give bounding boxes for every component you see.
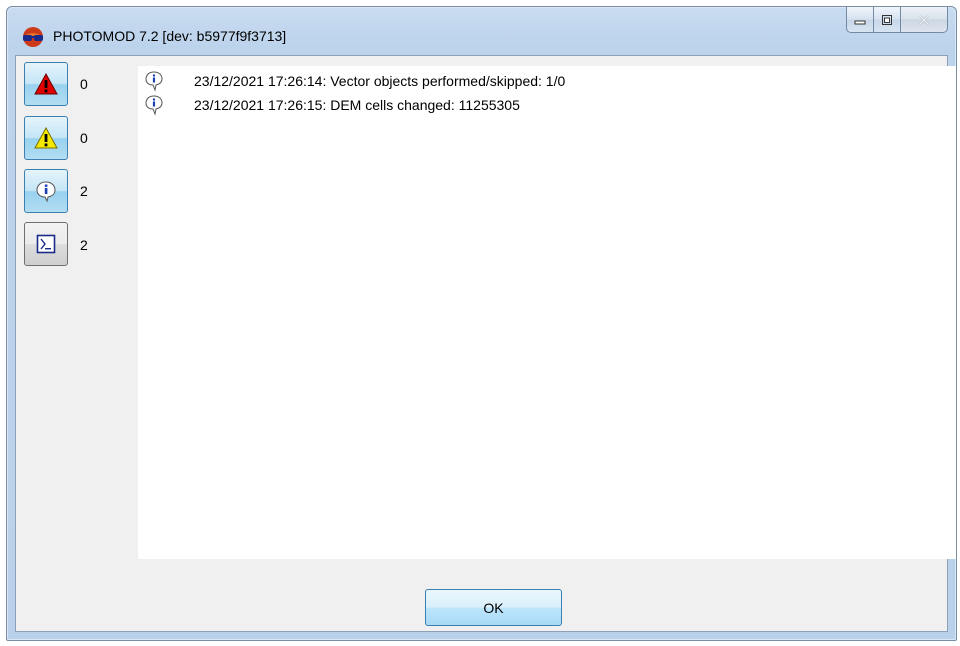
errors-count: 0 — [80, 76, 88, 92]
warnings-count: 0 — [80, 130, 88, 146]
caption-buttons — [846, 7, 948, 33]
log-list[interactable]: 23/12/2021 17:26:14: Vector objects perf… — [138, 66, 956, 559]
maximize-button[interactable] — [873, 7, 900, 33]
info-icon — [36, 181, 56, 203]
log-entry-text: 23/12/2021 17:26:14: Vector objects perf… — [194, 73, 566, 89]
info-count: 2 — [80, 183, 88, 199]
title-bar[interactable]: PHOTOMOD 7.2 [dev: b5977f9f3713] — [7, 7, 956, 55]
info-filter-button[interactable] — [24, 169, 68, 213]
photomod-glasses-icon — [23, 27, 43, 47]
ok-button-label: OK — [483, 599, 504, 616]
minimize-button[interactable] — [846, 7, 873, 33]
console-count: 2 — [80, 237, 88, 253]
info-icon — [145, 95, 163, 116]
info-icon — [145, 71, 163, 92]
minimize-icon — [854, 20, 866, 24]
ok-button[interactable]: OK — [425, 589, 562, 626]
maximize-icon — [882, 14, 892, 25]
window-title: PHOTOMOD 7.2 [dev: b5977f9f3713] — [53, 28, 287, 44]
error-icon — [34, 73, 58, 95]
log-entry-text: 23/12/2021 17:26:15: DEM cells changed: … — [194, 97, 520, 113]
console-filter-button[interactable] — [24, 222, 68, 266]
dialog-client-area: 0 0 2 2 23/12/2021 17:26:14: Vector obje… — [15, 55, 956, 632]
console-icon — [36, 234, 56, 254]
log-dialog-window: PHOTOMOD 7.2 [dev: b5977f9f3713] 0 0 2 2… — [6, 6, 957, 641]
warnings-filter-button[interactable] — [24, 116, 68, 160]
close-icon — [919, 14, 929, 25]
close-button[interactable] — [900, 7, 948, 33]
warning-icon — [34, 127, 58, 149]
errors-filter-button[interactable] — [24, 62, 68, 106]
